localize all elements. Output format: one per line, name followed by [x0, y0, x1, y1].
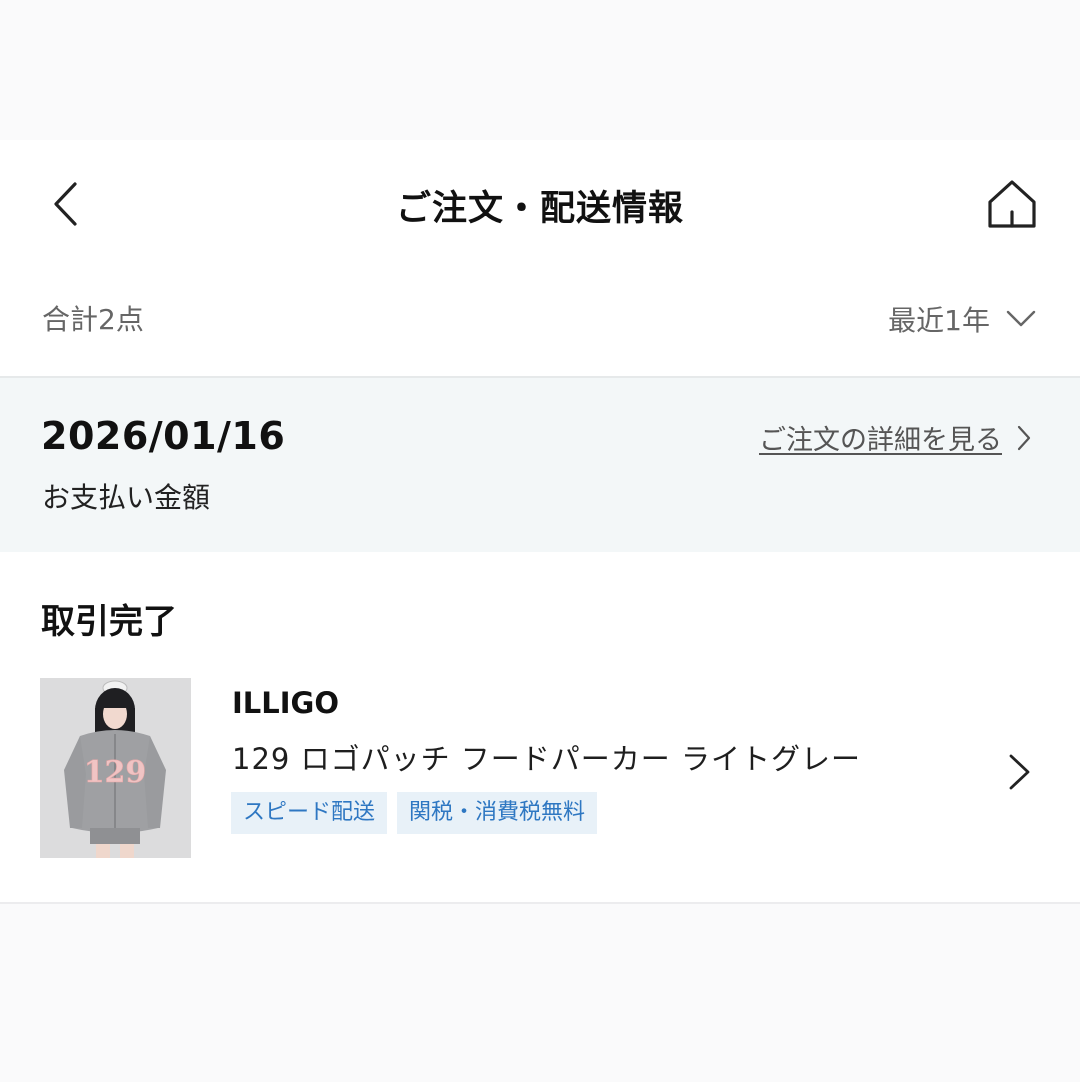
order-detail-link[interactable]: ご注文の詳細を見る — [759, 418, 1032, 457]
brand-name: ILLIGO — [232, 686, 339, 720]
summary-row: 合計2点 最近1年 — [0, 290, 1080, 350]
chevron-right-icon — [1009, 754, 1030, 790]
top-margin — [0, 0, 1080, 140]
payment-amount-label: お支払い金額 — [42, 481, 211, 514]
bottom-margin — [0, 902, 1080, 1082]
chevron-down-icon — [1006, 310, 1036, 327]
product-name: 129 ロゴパッチ フードパーカー ライトグレー — [232, 742, 862, 776]
thumbnail-logo: 129 — [84, 755, 147, 790]
product-image: 129 — [40, 678, 191, 858]
page-title: ご注文・配送情報 — [395, 189, 684, 229]
home-icon — [988, 180, 1036, 228]
chevron-right-icon — [1017, 425, 1031, 450]
order-detail-label: ご注文の詳細を見る — [759, 425, 1002, 456]
speed-delivery-badge: スピード配送 — [231, 792, 388, 834]
order-date: 2026/01/16 — [41, 414, 286, 458]
order-item[interactable]: 129 ILLIGO 129 ロゴパッチ フードパーカー ライトグレー スピード… — [0, 676, 1080, 862]
app-header: ご注文・配送情報 — [0, 140, 1080, 266]
hoodie-photo: 129 — [40, 678, 191, 858]
total-count: 合計2点 — [42, 303, 144, 336]
tag-list: スピード配送 関税・消費税無料 — [231, 792, 607, 834]
duty-free-badge: 関税・消費税無料 — [397, 792, 598, 834]
period-label: 最近1年 — [888, 304, 990, 337]
order-summary: 2026/01/16 ご注文の詳細を見る お支払い金額 — [0, 376, 1080, 552]
order-status: 取引完了 — [41, 602, 177, 642]
period-dropdown[interactable]: 最近1年 — [888, 294, 1036, 344]
home-button[interactable] — [984, 176, 1040, 232]
order-screen: ご注文・配送情報 合計2点 最近1年 2026/01/16 ご注文の詳細を見る … — [0, 140, 1080, 902]
